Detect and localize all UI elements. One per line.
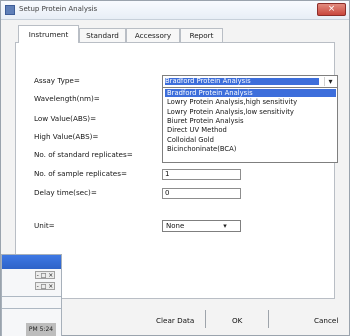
chevron-down-icon[interactable]: ▾ — [324, 77, 336, 86]
footer-divider — [205, 310, 206, 328]
clock-status: PM 5:24 — [26, 323, 56, 336]
dropdown-option-bca[interactable]: Bicinchoninate(BCA) — [165, 145, 336, 153]
sample-replicates-label: No. of sample replicates= — [34, 169, 127, 178]
divider — [2, 308, 61, 309]
window-controls-icon[interactable]: - □ × — [35, 282, 55, 290]
window-title: Setup Protein Analysis — [19, 5, 98, 13]
unit-select-value: None — [166, 222, 185, 230]
background-window-titlebar — [2, 255, 61, 269]
ok-button[interactable]: OK — [232, 316, 242, 325]
cancel-button[interactable]: Cancel — [314, 316, 338, 325]
delay-time-input[interactable]: 0 — [162, 188, 241, 199]
tab-accessory[interactable]: Accessory — [126, 28, 180, 43]
footer-divider — [268, 310, 269, 328]
instrument-panel: Assay Type= Wavelength(nm)= Low Value(AB… — [15, 42, 338, 299]
assay-type-label: Assay Type= — [34, 76, 80, 85]
dropdown-option-lowry-low[interactable]: Lowry Protein Analysis,low sensitivity — [165, 108, 336, 116]
high-value-label: High Value(ABS)= — [34, 132, 99, 141]
tab-instrument[interactable]: Instrument — [18, 25, 79, 43]
unit-label: Unit= — [34, 221, 55, 230]
low-value-label: Low Value(ABS)= — [34, 114, 97, 123]
window-titlebar: Setup Protein Analysis × — [1, 1, 349, 20]
background-window: - □ × - □ × PM 5:24 — [1, 254, 62, 336]
setup-protein-analysis-window: Setup Protein Analysis × Instrument Stan… — [0, 0, 350, 336]
assay-type-selected-value: Bradford Protein Analysis — [165, 78, 319, 85]
close-button[interactable]: × — [317, 3, 346, 16]
dropdown-option-lowry-high[interactable]: Lowry Protein Analysis,high sensitivity — [165, 98, 336, 106]
app-icon — [5, 5, 15, 15]
window-controls-icon[interactable]: - □ × — [35, 271, 55, 279]
dropdown-option-bradford[interactable]: Bradford Protein Analysis — [165, 89, 336, 97]
dropdown-option-direct-uv[interactable]: Direct UV Method — [165, 126, 336, 134]
clear-data-button[interactable]: Clear Data — [156, 316, 194, 325]
tab-report[interactable]: Report — [180, 28, 223, 43]
assay-type-dropdown-list[interactable]: Bradford Protein Analysis Lowry Protein … — [162, 87, 338, 163]
divider — [2, 296, 61, 297]
chevron-down-icon[interactable]: ▾ — [220, 222, 230, 230]
dropdown-option-biuret[interactable]: Biuret Protein Analysis — [165, 117, 336, 125]
unit-select[interactable]: None ▾ — [162, 220, 241, 232]
delay-time-label: Delay time(sec)= — [34, 188, 97, 197]
standard-replicates-label: No. of standard replicates= — [34, 150, 133, 159]
tab-standard[interactable]: Standard — [79, 28, 126, 43]
sample-replicates-input[interactable]: 1 — [162, 169, 241, 180]
wavelength-label: Wavelength(nm)= — [34, 94, 100, 103]
dropdown-option-colloidal-gold[interactable]: Colloidal Gold — [165, 136, 336, 144]
